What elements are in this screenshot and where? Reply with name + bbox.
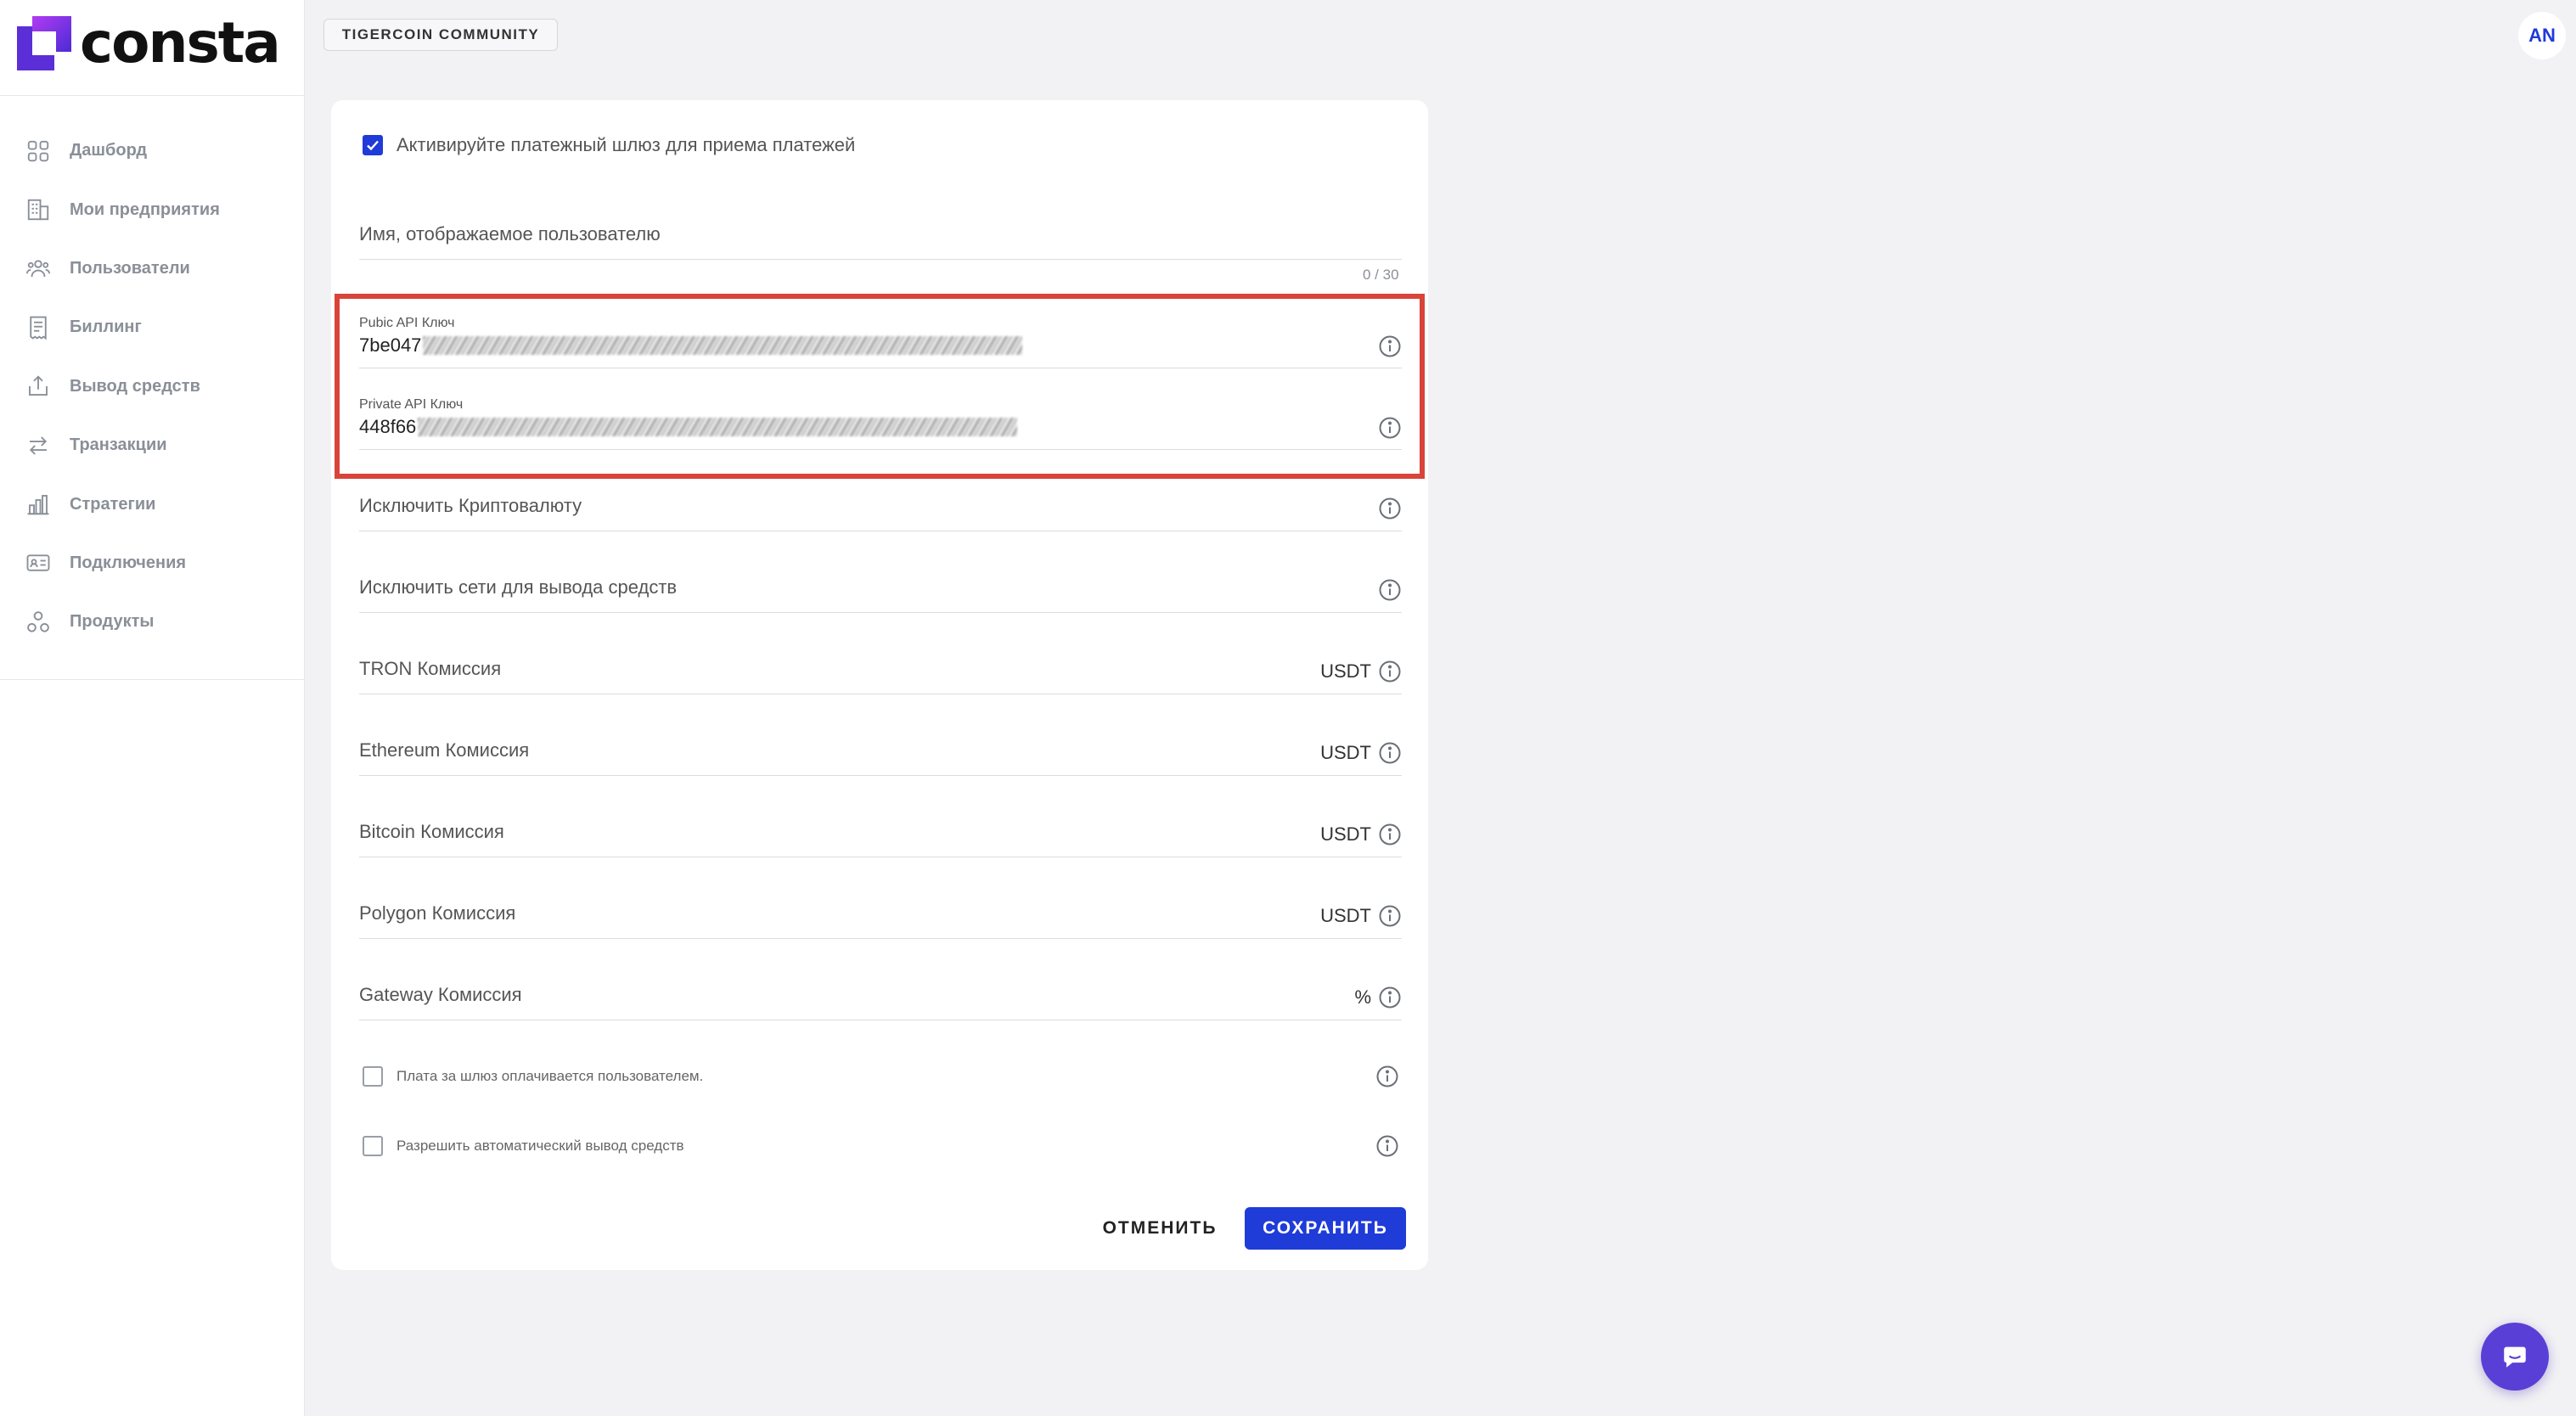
polygon-fee-label: Polygon Комиссия [359, 902, 516, 924]
info-icon[interactable] [1378, 986, 1402, 1009]
gateway-fee-field[interactable]: Gateway Комиссия % [359, 968, 1402, 1020]
ethereum-fee-label: Ethereum Комиссия [359, 739, 530, 761]
public-api-key-field[interactable]: Pubic API Ключ 7be047 [359, 312, 1402, 368]
sidebar-item-label: Продукты [70, 612, 155, 632]
private-api-key-prefix: 448f66 [359, 416, 417, 437]
id-card-icon [26, 554, 50, 572]
chat-launcher-button[interactable] [2481, 1323, 2549, 1391]
auto-withdraw-row[interactable]: Разрешить автоматический вывод средств [363, 1136, 684, 1156]
checkmark-icon [367, 140, 379, 151]
sidebar-item-label: Вывод средств [70, 376, 200, 396]
bar-chart-icon [27, 495, 49, 515]
private-api-key-field[interactable]: Private API Ключ 448f66 [359, 394, 1402, 450]
display-name-counter: 0 / 30 [1363, 267, 1399, 283]
user-pays-fee-label: Плата за шлюз оплачивается пользователем… [397, 1068, 704, 1084]
auto-withdraw-label: Разрешить автоматический вывод средств [397, 1138, 684, 1154]
sidebar-item-users[interactable]: Пользователи [0, 239, 304, 298]
sidebar-item-label: Стратегии [70, 494, 156, 514]
fee-unit: USDT [1320, 905, 1371, 926]
cancel-button[interactable]: ОТМЕНИТЬ [1090, 1207, 1229, 1250]
sidebar-item-withdraw[interactable]: Вывод средств [0, 357, 304, 416]
sidebar-item-products[interactable]: Продукты [0, 593, 304, 651]
public-api-key-value: 7be047 [359, 334, 1023, 357]
info-icon[interactable] [1378, 660, 1402, 683]
fee-unit: % [1354, 986, 1371, 1008]
sidebar-item-businesses[interactable]: Мои предприятия [0, 180, 304, 239]
community-selector[interactable]: TIGERCOIN COMMUNITY [323, 19, 558, 51]
sidebar-item-connections[interactable]: Подключения [0, 534, 304, 593]
info-icon[interactable] [1378, 497, 1402, 520]
sidebar-item-dashboard[interactable]: Дашборд [0, 121, 304, 180]
private-api-key-value: 448f66 [359, 416, 1018, 438]
brand-name: consta [80, 10, 281, 76]
private-api-key-label: Private API Ключ [359, 397, 464, 412]
dashboard-icon [27, 140, 49, 161]
info-icon[interactable] [1378, 578, 1402, 602]
save-button[interactable]: СОХРАНИТЬ [1245, 1207, 1406, 1250]
sidebar-item-billing[interactable]: Биллинг [0, 298, 304, 357]
user-pays-fee-checkbox[interactable] [363, 1066, 383, 1087]
activate-gateway-row[interactable]: Активируйте платежный шлюз для приема пл… [363, 134, 855, 156]
sidebar-item-label: Мои предприятия [70, 199, 220, 219]
bitcoin-fee-label: Bitcoin Комиссия [359, 821, 504, 842]
bitcoin-fee-field[interactable]: Bitcoin Комиссия USDT [359, 805, 1402, 857]
ethereum-fee-field[interactable]: Ethereum Комиссия USDT [359, 723, 1402, 776]
fee-unit: USDT [1320, 823, 1371, 845]
user-pays-fee-row[interactable]: Плата за шлюз оплачивается пользователем… [363, 1066, 703, 1087]
sidebar-divider [0, 679, 304, 680]
info-icon[interactable] [1375, 1134, 1399, 1158]
sidebar-item-transactions[interactable]: Транзакции [0, 416, 304, 475]
auto-withdraw-checkbox[interactable] [363, 1136, 383, 1156]
tron-fee-label: TRON Комиссия [359, 658, 502, 679]
sidebar-nav: Дашборд Мои предприятия Пользователи Бил… [0, 121, 304, 652]
gateway-fee-label: Gateway Комиссия [359, 984, 522, 1005]
info-icon[interactable] [1378, 741, 1402, 765]
exclude-crypto-select[interactable]: Исключить Криптовалюту [359, 479, 1402, 531]
sidebar: consta Дашборд Мои предприятия Пользоват… [0, 0, 305, 1416]
fee-unit: USDT [1320, 742, 1371, 763]
sidebar-item-label: Транзакции [70, 435, 167, 455]
info-icon[interactable] [1378, 904, 1402, 928]
building-icon [27, 199, 49, 221]
receipt-icon [30, 316, 47, 340]
display-name-label: Имя, отображаемое пользователю [359, 223, 661, 244]
display-name-field[interactable]: Имя, отображаемое пользователю [359, 207, 1402, 260]
avatar[interactable]: AN [2518, 12, 2566, 59]
exclude-crypto-label: Исключить Криптовалюту [359, 495, 582, 516]
info-icon[interactable] [1378, 334, 1402, 358]
consta-logo-icon [17, 16, 71, 70]
exclude-networks-select[interactable]: Исключить сети для вывода средств [359, 560, 1402, 613]
activate-gateway-checkbox[interactable] [363, 135, 383, 155]
users-icon [25, 260, 51, 278]
activate-gateway-label: Активируйте платежный шлюз для приема пл… [397, 134, 856, 155]
sidebar-item-label: Дашборд [70, 141, 148, 160]
info-icon[interactable] [1378, 416, 1402, 440]
sidebar-item-strategies[interactable]: Стратегии [0, 475, 304, 533]
exclude-networks-label: Исключить сети для вывода средств [359, 576, 678, 598]
sidebar-item-label: Биллинг [70, 317, 142, 337]
redacted-value [418, 418, 1018, 436]
info-icon[interactable] [1375, 1065, 1399, 1088]
fee-unit: USDT [1320, 660, 1371, 682]
info-icon[interactable] [1378, 823, 1402, 846]
shapes-icon [27, 611, 49, 632]
sidebar-item-label: Подключения [70, 553, 187, 572]
tron-fee-field[interactable]: TRON Комиссия USDT [359, 642, 1402, 694]
chat-bubble-icon [2504, 1346, 2526, 1368]
polygon-fee-field[interactable]: Polygon Комиссия USDT [359, 886, 1402, 939]
redacted-value [423, 336, 1023, 355]
public-api-key-label: Pubic API Ключ [359, 316, 455, 330]
brand-logo[interactable]: consta [15, 10, 281, 76]
withdraw-icon [29, 375, 48, 396]
sidebar-divider [0, 95, 304, 96]
sidebar-item-label: Пользователи [70, 258, 190, 278]
transfer-icon [29, 435, 48, 455]
public-api-key-prefix: 7be047 [359, 334, 422, 356]
